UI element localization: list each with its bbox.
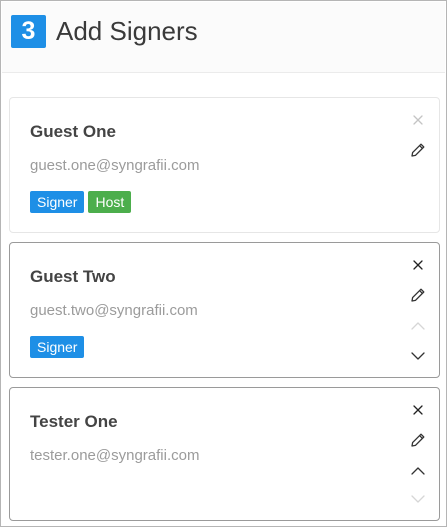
signer-email: guest.two@syngrafii.com	[30, 302, 198, 319]
pencil-icon	[411, 288, 425, 302]
signer-name: Guest One	[30, 122, 116, 141]
move-down-button[interactable]	[407, 488, 429, 510]
role-tag-signer: Signer	[30, 336, 85, 358]
edit-signer-button[interactable]	[407, 139, 429, 161]
signer-name: Guest Two	[30, 267, 116, 286]
remove-signer-button[interactable]	[407, 254, 429, 276]
remove-signer-button[interactable]	[407, 399, 429, 421]
move-up-button[interactable]	[407, 460, 429, 482]
close-icon	[413, 115, 423, 125]
signer-card: Guest Two guest.two@syngrafii.com Signer	[9, 242, 440, 378]
chevron-up-icon	[411, 467, 425, 475]
remove-signer-button[interactable]	[407, 109, 429, 131]
signer-email: tester.one@syngrafii.com	[30, 447, 200, 464]
signer-card: Guest One guest.one@syngrafii.com Signer…	[9, 97, 440, 233]
role-tag-signer: Signer	[30, 191, 85, 213]
chevron-down-icon	[411, 495, 425, 503]
edit-signer-button[interactable]	[407, 429, 429, 451]
role-tag-host: Host	[88, 191, 132, 213]
step-number-badge: 3	[11, 15, 46, 48]
edit-signer-button[interactable]	[407, 284, 429, 306]
close-icon	[413, 260, 423, 270]
add-signers-panel: 3 Add Signers Guest One guest.one@syngra…	[0, 0, 447, 527]
panel-header: 3 Add Signers	[2, 2, 445, 73]
signer-role-tags: Signer	[30, 336, 85, 358]
signer-email: guest.one@syngrafii.com	[30, 157, 200, 174]
signer-role-tags: Signer Host	[30, 191, 132, 213]
close-icon	[413, 405, 423, 415]
signer-name: Tester One	[30, 412, 118, 431]
page-title: Add Signers	[56, 16, 198, 46]
pencil-icon	[411, 143, 425, 157]
pencil-icon	[411, 433, 425, 447]
move-down-button[interactable]	[407, 345, 429, 367]
move-up-button[interactable]	[407, 315, 429, 337]
chevron-down-icon	[411, 352, 425, 360]
chevron-up-icon	[411, 322, 425, 330]
signer-card: Tester One tester.one@syngrafii.com	[9, 387, 440, 521]
